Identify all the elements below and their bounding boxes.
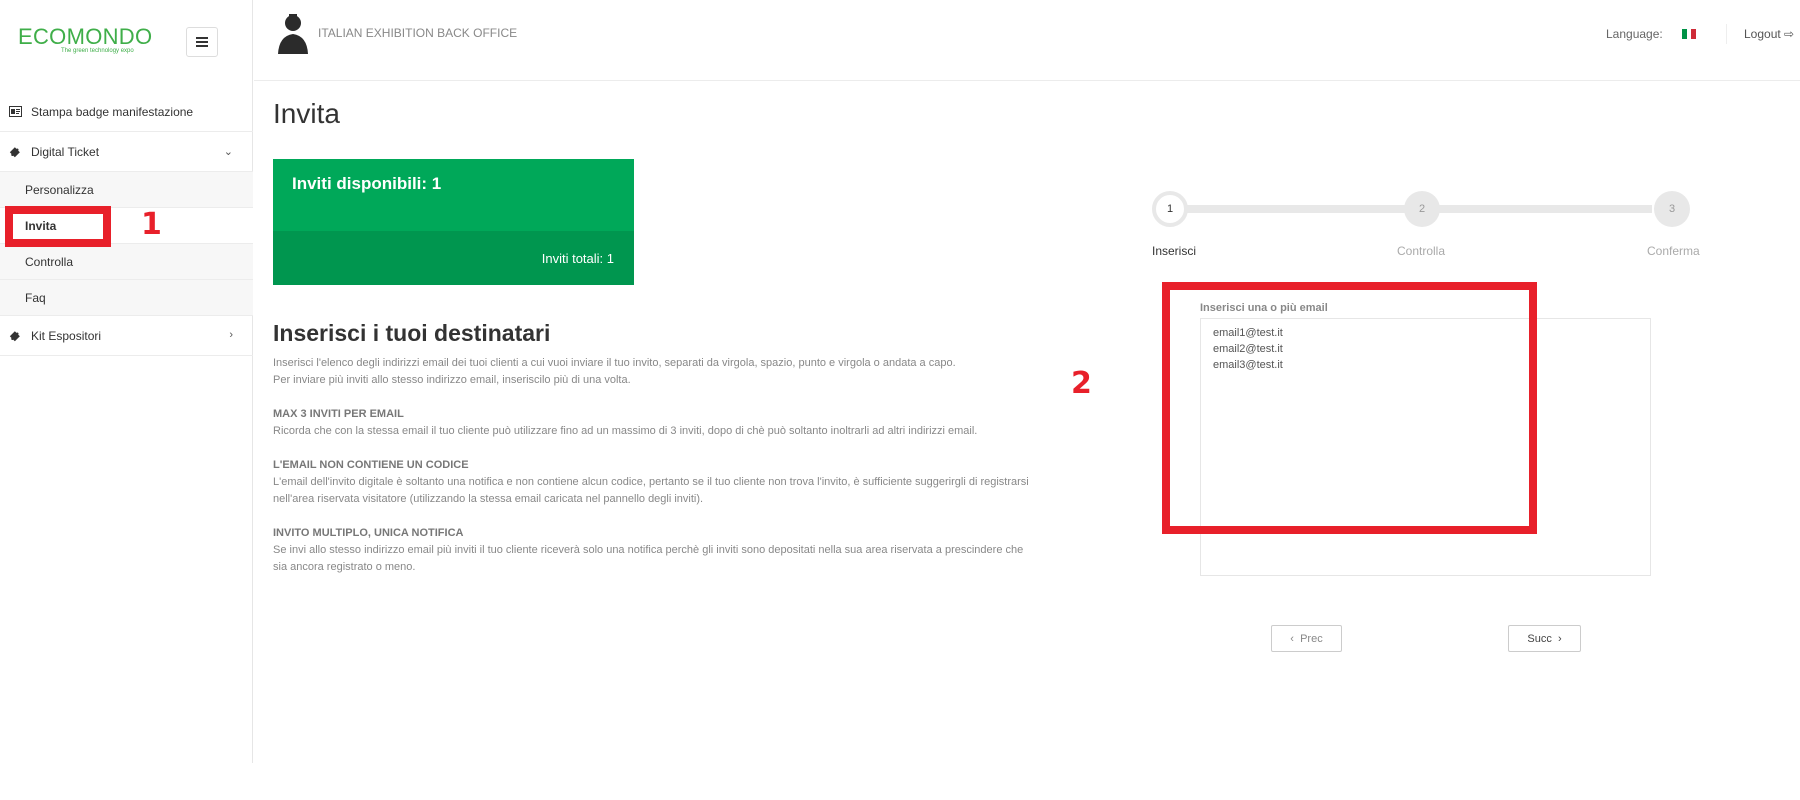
prev-button[interactable]: ‹ Prec bbox=[1271, 625, 1342, 652]
menu-toggle-button[interactable] bbox=[186, 27, 218, 57]
brand-name: ECOMONDO bbox=[18, 24, 153, 49]
sidebar-item-label: Stampa badge manifestazione bbox=[31, 104, 194, 119]
next-label: Succ bbox=[1527, 632, 1552, 645]
app-title: ITALIAN EXHIBITION BACK OFFICE bbox=[318, 26, 518, 40]
ticket-icon bbox=[9, 146, 22, 157]
chevron-down-icon: ⌄ bbox=[223, 146, 233, 158]
intro-text: Inserisci l'elenco degli indirizzi email… bbox=[273, 357, 956, 369]
invites-summary-card: Inviti disponibili: 1 Inviti totali: 1 bbox=[273, 159, 634, 285]
hamburger-icon bbox=[196, 37, 208, 47]
brand-logo[interactable]: ECOMONDO The green technology expo bbox=[18, 24, 152, 54]
italian-flag-icon[interactable] bbox=[1682, 29, 1697, 39]
logout-icon: ⇨ bbox=[1784, 27, 1795, 41]
chevron-left-icon: ‹ bbox=[1290, 632, 1301, 645]
invites-available: Inviti disponibili: 1 bbox=[273, 159, 634, 231]
section-title: Inserisci i tuoi destinatari bbox=[273, 320, 551, 346]
sidebar-item-label: Kit Espositori bbox=[31, 328, 102, 343]
logout-button[interactable]: Logout ⇨ bbox=[1744, 27, 1794, 41]
sidebar: ECOMONDO The green technology expo Stamp… bbox=[0, 0, 253, 763]
chevron-right-icon: › bbox=[1551, 632, 1562, 645]
page-title: Invita bbox=[273, 98, 340, 129]
annotation-number-1: 1 bbox=[141, 207, 162, 242]
note-title: INVITO MULTIPLO, UNICA NOTIFICA bbox=[273, 527, 464, 539]
step-1-label: Inserisci bbox=[1152, 244, 1197, 258]
note-text: L'email dell'invito digitale è soltanto … bbox=[273, 476, 1029, 505]
instructions: Inserisci l'elenco degli indirizzi email… bbox=[273, 355, 1033, 576]
step-3-label: Conferma bbox=[1647, 244, 1700, 258]
sidebar-item-kit-espositori[interactable]: Kit Espositori › bbox=[0, 316, 253, 356]
sidebar-item-stampa-badge[interactable]: Stampa badge manifestazione bbox=[0, 92, 253, 132]
sidebar-subitem-faq[interactable]: Faq bbox=[0, 280, 253, 316]
step-1-circle[interactable]: 1 bbox=[1152, 191, 1188, 227]
logout-label: Logout bbox=[1744, 27, 1781, 41]
top-header: ITALIAN EXHIBITION BACK OFFICE Language:… bbox=[254, 0, 1800, 81]
annotation-highlight-2 bbox=[1162, 282, 1537, 534]
id-card-icon bbox=[9, 106, 22, 117]
note-text: Se invi allo stesso indirizzo email più … bbox=[273, 544, 1024, 573]
wizard-stepper: 1 2 3 Inserisci Controlla Conferma bbox=[1152, 187, 1700, 267]
user-avatar-icon bbox=[278, 14, 308, 54]
step-3-circle[interactable]: 3 bbox=[1654, 191, 1690, 227]
header-divider bbox=[1726, 24, 1727, 44]
chevron-right-icon: › bbox=[229, 329, 233, 341]
annotation-number-2: 2 bbox=[1071, 366, 1092, 401]
ticket-icon bbox=[9, 330, 22, 341]
annotation-highlight-1 bbox=[5, 206, 111, 247]
prev-label: Prec bbox=[1300, 632, 1323, 645]
step-2-circle[interactable]: 2 bbox=[1404, 191, 1440, 227]
language-label: Language: bbox=[1606, 27, 1663, 41]
sidebar-item-label: Digital Ticket bbox=[31, 144, 100, 159]
invites-total: Inviti totali: 1 bbox=[273, 231, 634, 285]
sidebar-subitem-personalizza[interactable]: Personalizza bbox=[0, 172, 253, 208]
intro-text: Per inviare più inviti allo stesso indir… bbox=[273, 374, 631, 386]
note-text: Ricorda che con la stessa email il tuo c… bbox=[273, 425, 978, 437]
sidebar-subitem-controlla[interactable]: Controlla bbox=[0, 244, 253, 280]
note-title: L'EMAIL NON CONTIENE UN CODICE bbox=[273, 459, 469, 471]
note-title: MAX 3 INVITI PER EMAIL bbox=[273, 408, 404, 420]
next-button[interactable]: Succ › bbox=[1508, 625, 1581, 652]
step-2-label: Controlla bbox=[1397, 244, 1446, 258]
sidebar-item-digital-ticket[interactable]: Digital Ticket ⌄ bbox=[0, 132, 253, 172]
